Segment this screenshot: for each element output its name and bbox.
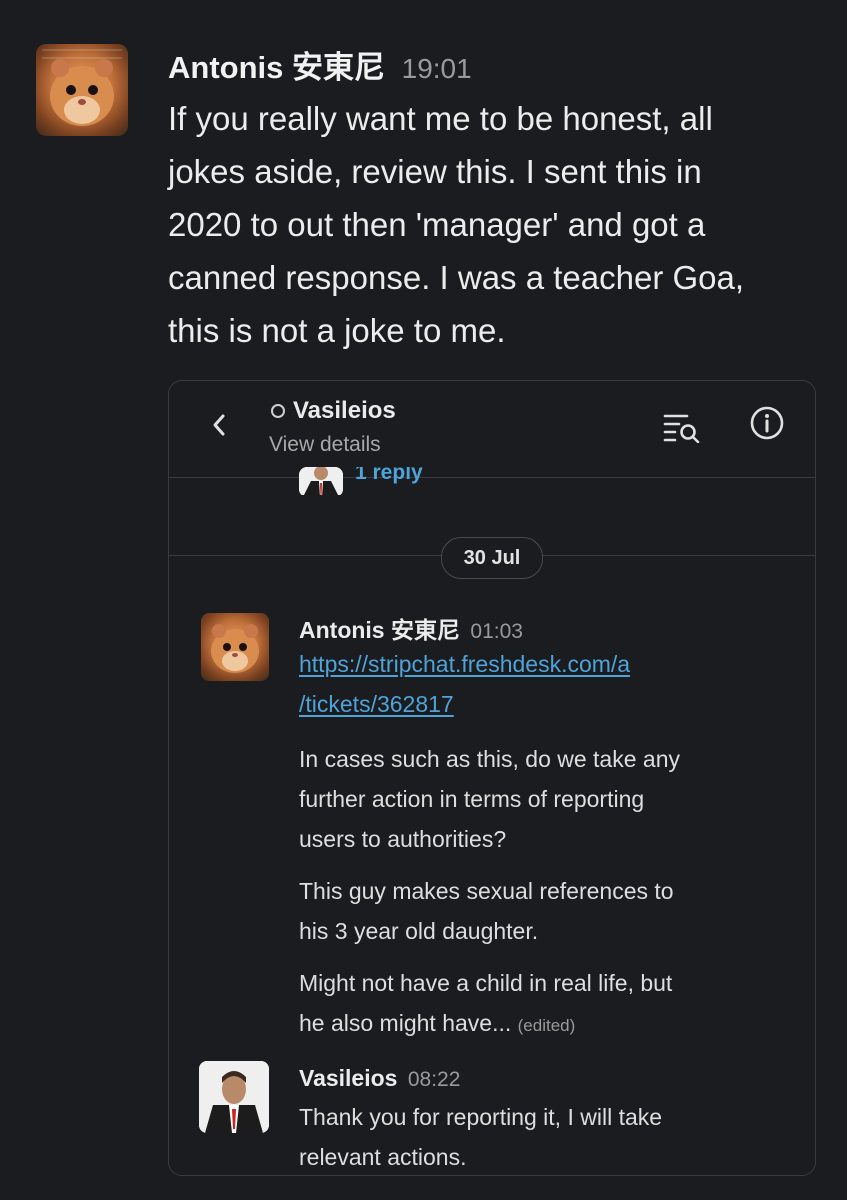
hamster-avatar-image xyxy=(211,624,259,673)
message-header: Antonis 安東尼 19:01 xyxy=(168,42,472,87)
message-line: users to authorities? xyxy=(299,826,507,852)
message-line: If you really want me to be honest, all xyxy=(168,100,713,137)
message-line: jokes aside, review this. I sent this in xyxy=(168,153,702,190)
channel-name-label: Vasileios xyxy=(293,397,396,424)
message-author-name[interactable]: Vasileios xyxy=(299,1065,397,1091)
message-author-name[interactable]: Antonis 安東尼 xyxy=(299,617,460,643)
attached-screenshot[interactable]: Vasileios View details 1 reply 30 Jul An… xyxy=(168,380,816,1176)
back-chevron-icon[interactable] xyxy=(207,409,231,441)
message-line: Might not have a child in real life, but xyxy=(299,970,673,996)
presence-icon xyxy=(271,404,285,418)
message-line: this is not a joke to me. xyxy=(168,312,506,349)
message-line: 2020 to out then 'manager' and got a xyxy=(168,206,706,243)
hamster-avatar-image xyxy=(42,49,122,126)
message-timestamp[interactable]: 08:22 xyxy=(408,1068,461,1091)
reply-avatar xyxy=(299,467,343,495)
message-paragraph: Might not have a child in real life, but… xyxy=(299,963,779,1046)
message-line: In cases such as this, do we take any xyxy=(299,746,680,772)
message-paragraph: In cases such as this, do we take any fu… xyxy=(299,739,779,859)
message-line: his 3 year old daughter. xyxy=(299,918,539,944)
channel-name[interactable]: Vasileios xyxy=(271,397,396,425)
ticket-link[interactable]: https://stripchat.freshdesk.com/a xyxy=(299,651,799,678)
message-author-avatar[interactable] xyxy=(201,613,269,681)
person-avatar-image xyxy=(199,1061,269,1133)
message-paragraph: This guy makes sexual references to his … xyxy=(299,871,779,951)
ticket-link-continued[interactable]: /tickets/362817 xyxy=(299,691,799,718)
message-line: he also might have... (edited) xyxy=(299,1003,779,1046)
message-paragraph: Thank you for reporting it, I will take … xyxy=(299,1097,779,1175)
info-icon[interactable] xyxy=(749,405,785,441)
message-line: canned response. I was a teacher Goa, xyxy=(168,259,745,296)
message-line: relevant actions. xyxy=(299,1144,467,1170)
edited-label: (edited) xyxy=(517,1016,576,1035)
message-body: If you really want me to be honest, all … xyxy=(168,92,828,357)
author-avatar[interactable] xyxy=(36,44,128,136)
search-list-icon[interactable] xyxy=(661,409,701,443)
message-line: further action in terms of reporting xyxy=(299,786,645,812)
conversation-header: Vasileios View details xyxy=(169,381,815,478)
outer-message: Antonis 安東尼 19:01 If you really want me … xyxy=(0,0,847,1200)
author-name[interactable]: Antonis 安東尼 xyxy=(168,50,385,85)
message-header: Antonis 安東尼 01:03 xyxy=(299,611,523,645)
thread-replies-partial[interactable]: 1 reply xyxy=(299,467,499,495)
message-timestamp[interactable]: 01:03 xyxy=(470,620,523,643)
message-timestamp[interactable]: 19:01 xyxy=(402,53,472,84)
message-line: This guy makes sexual references to xyxy=(299,878,674,904)
reply-avatar-image xyxy=(299,467,343,495)
vasileios-avatar[interactable] xyxy=(199,1061,269,1133)
reply-count-link[interactable]: 1 reply xyxy=(355,467,423,485)
message-header: Vasileios 08:22 xyxy=(299,1065,460,1092)
date-divider-pill[interactable]: 30 Jul xyxy=(441,537,543,579)
view-details-link[interactable]: View details xyxy=(269,433,381,457)
message-line: Thank you for reporting it, I will take xyxy=(299,1104,663,1130)
message-line-text: he also might have... xyxy=(299,1010,512,1036)
